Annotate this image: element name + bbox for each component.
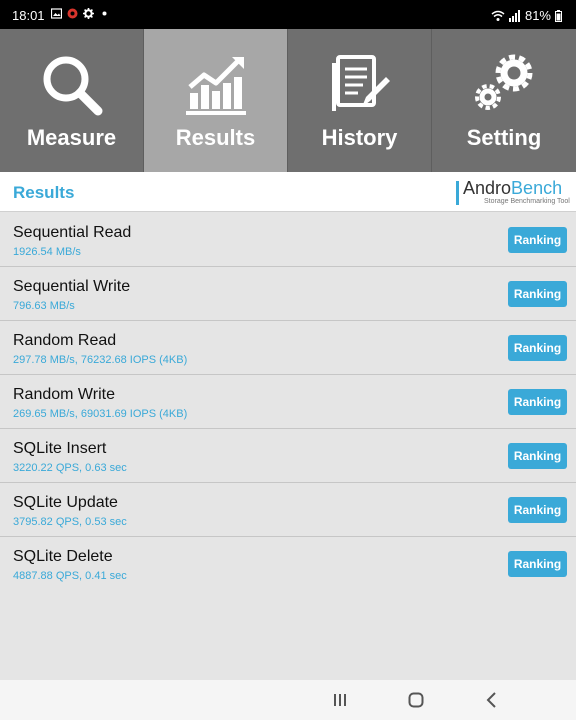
wifi-icon: [491, 10, 505, 21]
ranking-button[interactable]: Ranking: [508, 281, 567, 307]
tab-setting[interactable]: Setting: [432, 29, 576, 172]
home-icon[interactable]: [406, 690, 426, 710]
ranking-button[interactable]: Ranking: [508, 335, 567, 361]
ranking-button[interactable]: Ranking: [508, 389, 567, 415]
results-header: Results AndroBench Storage Benchmarking …: [0, 172, 576, 212]
gears-icon: [475, 54, 533, 110]
dot-icon: [102, 11, 107, 16]
logo-bar: [456, 181, 459, 205]
results-list: Sequential Read 1926.54 MB/s Ranking Seq…: [0, 213, 576, 591]
logo-tagline: Storage Benchmarking Tool: [484, 198, 570, 205]
androbench-logo: AndroBench Storage Benchmarking Tool: [456, 178, 570, 208]
result-value: 1926.54 MB/s: [13, 246, 81, 258]
app-icon: [67, 8, 78, 19]
result-title: Random Read: [13, 332, 117, 349]
result-title: Random Write: [13, 386, 115, 403]
signal-icon: [508, 9, 520, 22]
result-title: Sequential Read: [13, 224, 132, 241]
magnifier-icon: [43, 56, 102, 116]
status-bar: 18:01 81%: [0, 0, 576, 29]
document-edit-icon: [331, 55, 390, 111]
page-title: Results: [13, 183, 75, 202]
result-value: 269.65 MB/s, 69031.69 IOPS (4KB): [13, 408, 188, 420]
result-title: SQLite Insert: [13, 440, 107, 457]
ranking-button[interactable]: Ranking: [508, 497, 567, 523]
chart-icon: [185, 57, 246, 115]
image-icon: [51, 8, 62, 19]
main-tab-bar: Measure Results History Setting: [0, 29, 576, 172]
list-item: Random Read 297.78 MB/s, 76232.68 IOPS (…: [0, 321, 576, 375]
notification-icons: [51, 8, 110, 19]
logo-text: AndroBench: [463, 178, 562, 199]
tab-setting-label: Setting: [466, 125, 542, 150]
logo-text-bench: Bench: [511, 178, 563, 198]
tab-measure-label: Measure: [26, 125, 117, 150]
ranking-button[interactable]: Ranking: [508, 551, 567, 577]
result-title: SQLite Update: [13, 494, 118, 511]
result-value: 297.78 MB/s, 76232.68 IOPS (4KB): [13, 354, 188, 366]
tab-results[interactable]: Results: [144, 29, 288, 172]
tab-measure[interactable]: Measure: [0, 29, 144, 172]
recent-apps-icon[interactable]: [330, 690, 350, 710]
list-item: Sequential Write 796.63 MB/s Ranking: [0, 267, 576, 321]
result-title: Sequential Write: [13, 278, 131, 295]
list-item: Random Write 269.65 MB/s, 69031.69 IOPS …: [0, 375, 576, 429]
result-value: 796.63 MB/s: [13, 300, 75, 312]
ranking-button[interactable]: Ranking: [508, 227, 567, 253]
result-value: 3795.82 QPS, 0.53 sec: [13, 516, 127, 528]
ranking-button[interactable]: Ranking: [508, 443, 567, 469]
battery-percent: 81%: [524, 8, 551, 23]
list-item: SQLite Delete 4887.88 QPS, 0.41 sec Rank…: [0, 537, 576, 591]
status-time: 18:01: [12, 8, 45, 23]
result-title: SQLite Delete: [13, 548, 113, 565]
result-value: 3220.22 QPS, 0.63 sec: [13, 462, 127, 474]
battery-icon: [555, 9, 562, 22]
status-right: 81%: [491, 8, 562, 23]
gear-icon: [83, 8, 94, 19]
list-item: SQLite Insert 3220.22 QPS, 0.63 sec Rank…: [0, 429, 576, 483]
tab-results-label: Results: [175, 125, 256, 150]
list-item: SQLite Update 3795.82 QPS, 0.53 sec Rank…: [0, 483, 576, 537]
tab-history[interactable]: History: [288, 29, 432, 172]
result-value: 4887.88 QPS, 0.41 sec: [13, 570, 127, 582]
back-icon[interactable]: [482, 690, 502, 710]
system-nav-bar: [0, 680, 576, 720]
list-item: Sequential Read 1926.54 MB/s Ranking: [0, 213, 576, 267]
tab-history-label: History: [321, 125, 398, 150]
logo-text-andro: Andro: [463, 178, 512, 198]
